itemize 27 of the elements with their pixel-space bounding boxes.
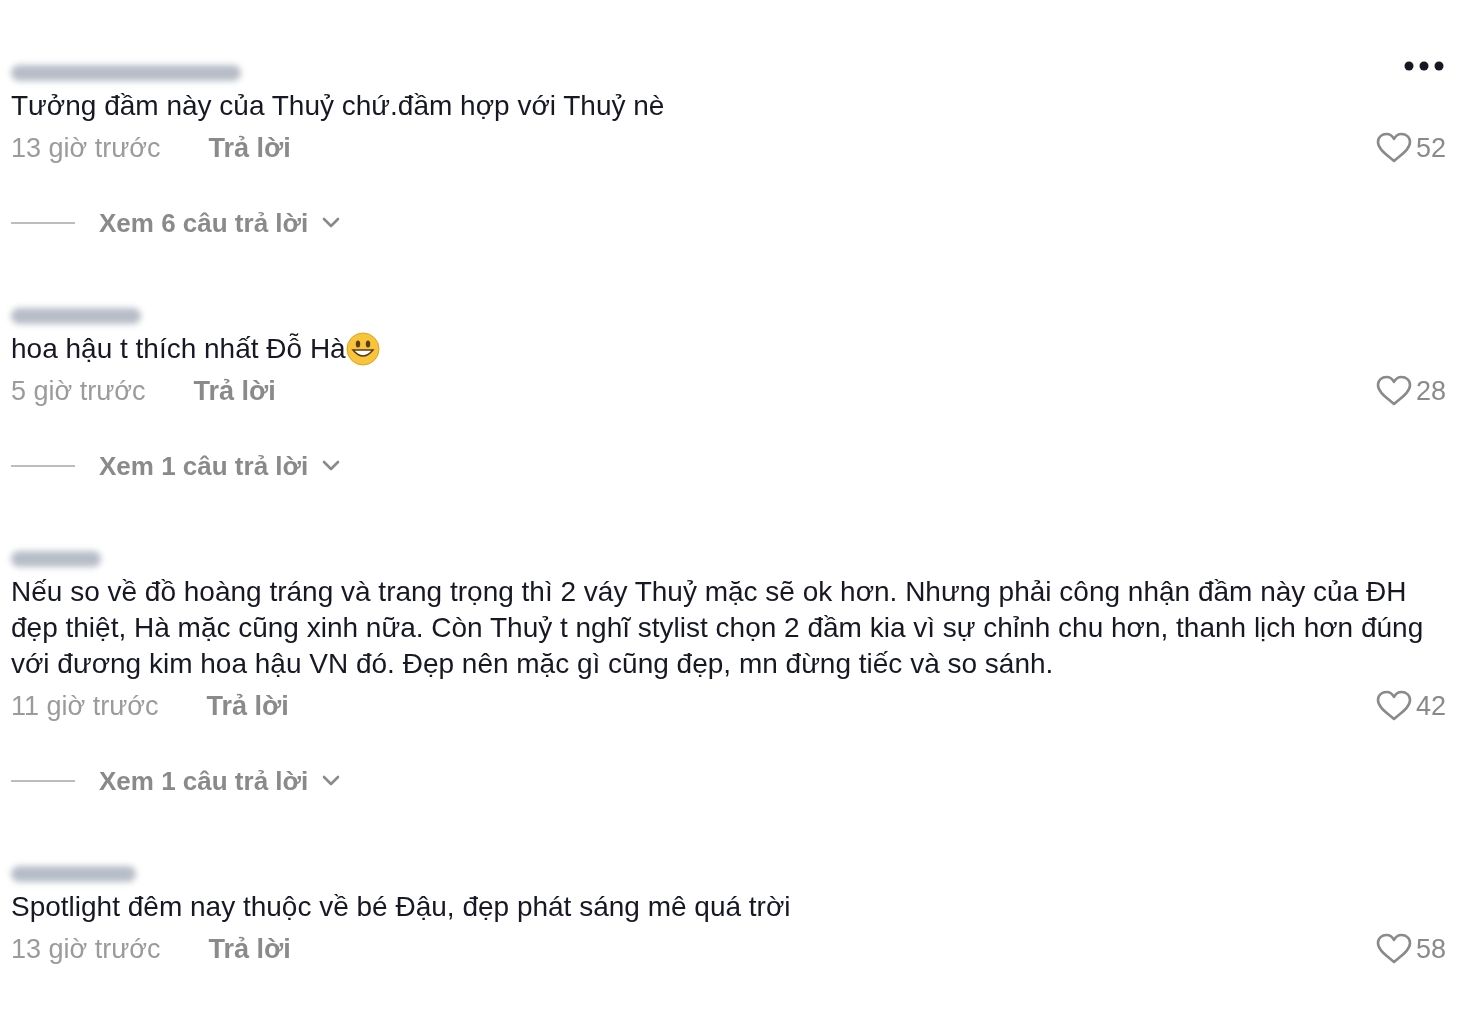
- heart-icon[interactable]: [1375, 375, 1412, 407]
- reply-link[interactable]: Trả lời: [193, 370, 276, 412]
- heart-icon[interactable]: [1375, 690, 1412, 722]
- view-replies-button[interactable]: Xem 1 câu trả lời: [99, 446, 341, 486]
- like-count: 52: [1415, 131, 1446, 165]
- like-count: 42: [1415, 689, 1446, 723]
- comment-text: hoa hậu t thích nhất Đỗ Hà: [11, 332, 346, 366]
- heart-icon[interactable]: [1375, 132, 1412, 164]
- view-replies-button[interactable]: Xem 1 câu trả lời: [99, 761, 341, 801]
- chevron-down-icon: [322, 775, 341, 787]
- comment-time: 5 giờ trước: [11, 374, 146, 408]
- like-count: 28: [1415, 374, 1446, 408]
- view-replies-button[interactable]: Xem 6 câu trả lời: [99, 203, 341, 243]
- reply-link[interactable]: Trả lời: [208, 928, 291, 970]
- comment-time: 13 giờ trước: [11, 932, 161, 966]
- reply-link[interactable]: Trả lời: [208, 127, 291, 169]
- comment-text: Spotlight đêm nay thuộc về bé Đậu, đẹp phát sáng mê quá trời: [11, 890, 791, 924]
- more-icon[interactable]: [1404, 60, 1444, 72]
- chevron-down-icon: [322, 460, 341, 472]
- comment-text: Tưởng đầm này của Thuỷ chứ.đầm hợp với Thuỷ nè: [11, 89, 665, 123]
- heart-icon[interactable]: [1375, 933, 1412, 965]
- reply-link[interactable]: Trả lời: [206, 685, 289, 727]
- chevron-down-icon: [322, 217, 341, 229]
- comment-time: 11 giờ trước: [11, 689, 159, 723]
- comment-time: 13 giờ trước: [11, 131, 161, 165]
- comment-text: Nếu so về đồ hoàng tráng và trang trọng thì 2 váy Thuỷ mặc sẽ ok hơn. Nhưng phải công nhận đầm này của ĐH đẹp thiệt, Hà mặc cũng xinh nữa. Còn Thuỷ t nghĩ stylist chọn 2 đầm kia vì sự chỉnh chu hơn, thanh lịch hơn đúng với đương kim hoa hậu VN đó. Đẹp nên mặc gì cũng đẹp, mn đừng tiếc và so sánh.: [11, 575, 1425, 681]
- like-count: 58: [1415, 932, 1446, 966]
